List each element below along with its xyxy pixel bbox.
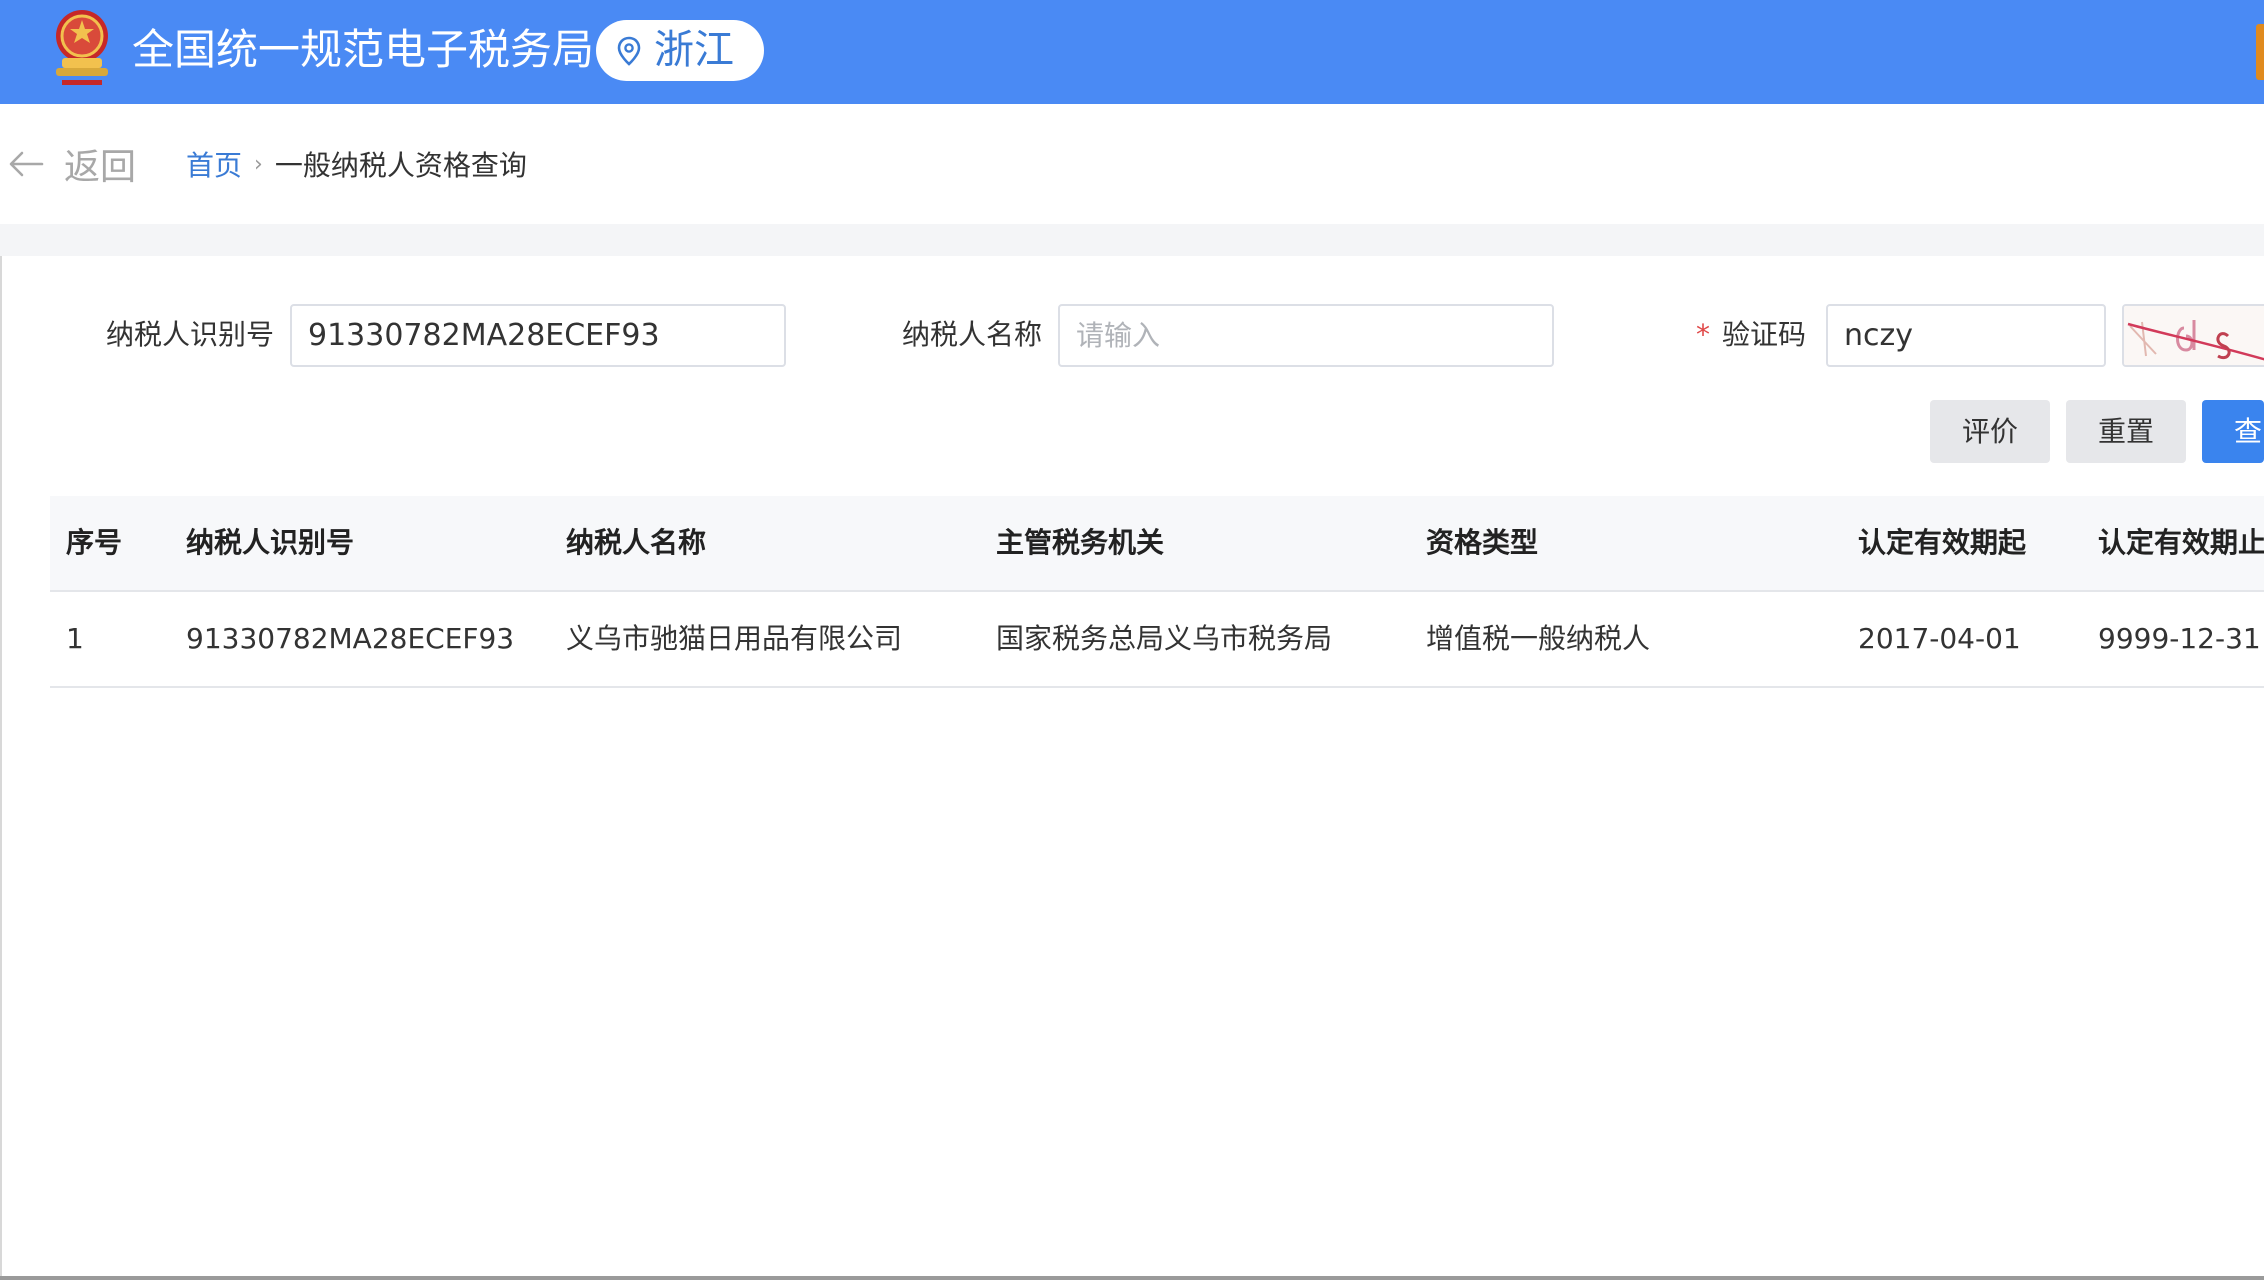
content-frame-edge	[0, 256, 2, 1280]
column-header-tax-authority: 主管税务机关	[996, 526, 1165, 559]
region-name: 浙江	[654, 27, 734, 73]
site-title: 全国统一规范电子税务局	[132, 25, 595, 74]
required-mark: *	[1696, 318, 1710, 351]
breadcrumb-current: 一般纳税人资格查询	[274, 149, 527, 182]
row-taxpayer-name: 义乌市驰猫日用品有限公司	[566, 622, 903, 655]
breadcrumb: 首页 › 一般纳税人资格查询	[186, 144, 527, 184]
breadcrumb-home-link[interactable]: 首页	[186, 144, 242, 184]
taxpayer-name-label: 纳税人名称	[902, 318, 1043, 351]
row-tax-authority: 国家税务总局义乌市税务局	[996, 622, 1333, 655]
row-valid-to: 9999-12-31	[2098, 622, 2261, 655]
column-header-valid-to: 认定有效期止	[2098, 526, 2264, 559]
column-header-index: 序号	[66, 526, 123, 559]
evaluate-button[interactable]: 评价	[1930, 400, 2050, 463]
column-header-qualification-type: 资格类型	[1426, 526, 1539, 559]
row-index: 1	[66, 622, 84, 655]
captcha-image[interactable]	[2122, 304, 2264, 367]
tax-emblem-icon	[56, 10, 108, 85]
taxpayer-id-input[interactable]: 91330782MA28ECEF93	[290, 304, 786, 367]
taxpayer-name-input[interactable]: 请输入	[1058, 304, 1554, 367]
query-button[interactable]: 查	[2202, 400, 2264, 463]
table-row: 1 91330782MA28ECEF93 义乌市驰猫日用品有限公司 国家税务总局…	[50, 592, 2264, 688]
chevron-right-icon: ›	[254, 151, 263, 177]
back-label: 返回	[64, 147, 137, 188]
taxpayer-id-label: 纳税人识别号	[106, 318, 275, 351]
arrow-left-icon	[9, 151, 44, 177]
region-selector[interactable]: 浙江	[596, 20, 764, 81]
table-header: 序号 纳税人识别号 纳税人名称 主管税务机关 资格类型 认定有效期起 认定有效期…	[50, 496, 2264, 592]
location-pin-icon	[617, 36, 641, 66]
column-header-taxpayer-id: 纳税人识别号	[186, 526, 355, 559]
breadcrumb-bar: 返回 首页 › 一般纳税人资格查询	[0, 104, 2264, 224]
row-valid-from: 2017-04-01	[1858, 622, 2021, 655]
captcha-noise	[2124, 306, 2264, 365]
edge-accent	[2256, 24, 2264, 80]
row-taxpayer-id: 91330782MA28ECEF93	[186, 622, 515, 655]
window-bottom-border	[0, 1276, 2264, 1280]
reset-button[interactable]: 重置	[2066, 400, 2186, 463]
back-button[interactable]: 返回	[8, 142, 136, 188]
section-divider	[0, 224, 2264, 256]
row-qualification-type: 增值税一般纳税人	[1426, 622, 1651, 655]
captcha-label: * 验证码	[1696, 304, 1806, 366]
column-header-taxpayer-name: 纳税人名称	[566, 526, 707, 559]
top-header-bar: 全国统一规范电子税务局 浙江	[0, 0, 2264, 104]
captcha-input[interactable]: nczy	[1826, 304, 2106, 367]
column-header-valid-from: 认定有效期起	[1858, 526, 2027, 559]
captcha-label-text: 验证码	[1722, 318, 1807, 351]
